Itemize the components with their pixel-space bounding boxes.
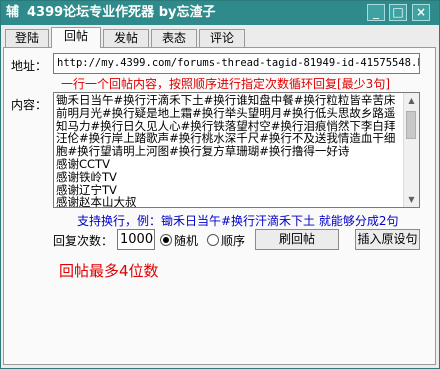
scroll-up-icon[interactable]: ▲ [404, 93, 419, 108]
title-bar[interactable]: 辅 4399论坛专业作死器 by忘渣子 _ □ × [1, 1, 439, 25]
random-radio[interactable] [160, 234, 172, 246]
wrap-hint: 支持换行，例：锄禾日当午#换行汗滴禾下土 就能够分成2句 [77, 214, 399, 228]
max-digits-hint: 回帖最多4位数 [59, 262, 159, 280]
scroll-thumb[interactable] [406, 111, 416, 139]
app-window: 辅 4399论坛专业作死器 by忘渣子 _ □ × 登陆 回帖 发帖 表态 评论… [0, 0, 440, 369]
address-input[interactable]: http://my.4399.com/forums-thread-tagid-8… [53, 53, 420, 74]
content-scrollbar[interactable]: ▲ ▼ [403, 93, 419, 207]
address-label: 地址： [11, 59, 48, 73]
content-textarea[interactable]: 锄禾日当午#换行汗滴禾下土#换行谁知盘中餐#换行粒粒皆辛苦床前明月光#换行疑是地… [53, 92, 420, 208]
content-label: 内容： [11, 98, 48, 112]
close-button[interactable]: × [412, 4, 430, 21]
insert-preset-button[interactable]: 插入原设句 [355, 229, 420, 250]
tab-comment[interactable]: 评论 [199, 29, 245, 47]
scroll-down-icon[interactable]: ▼ [404, 192, 419, 207]
app-icon: 辅 [6, 5, 20, 20]
sequence-label[interactable]: 顺序 [221, 232, 245, 249]
maximize-button[interactable]: □ [389, 4, 407, 21]
content-text[interactable]: 锄禾日当午#换行汗滴禾下土#换行谁知盘中餐#换行粒粒皆辛苦床前明月光#换行疑是地… [56, 94, 398, 207]
minimize-button[interactable]: _ [367, 4, 385, 21]
sequence-radio[interactable] [207, 234, 219, 246]
window-title: 4399论坛专业作死器 by忘渣子 [27, 5, 216, 20]
tab-login[interactable]: 登陆 [5, 29, 49, 47]
tab-reply[interactable]: 回帖 [51, 27, 101, 48]
tab-post[interactable]: 发帖 [103, 29, 149, 47]
tab-reaction[interactable]: 表态 [151, 29, 197, 47]
line-hint: 一行一个回帖内容，按照顺序进行指定次数循环回复[最少3句] [61, 77, 391, 91]
count-label: 回复次数： [53, 234, 114, 248]
count-input[interactable]: 1000 [117, 229, 155, 250]
reply-button[interactable]: 刷回帖 [255, 229, 339, 250]
random-label[interactable]: 随机 [174, 232, 198, 249]
